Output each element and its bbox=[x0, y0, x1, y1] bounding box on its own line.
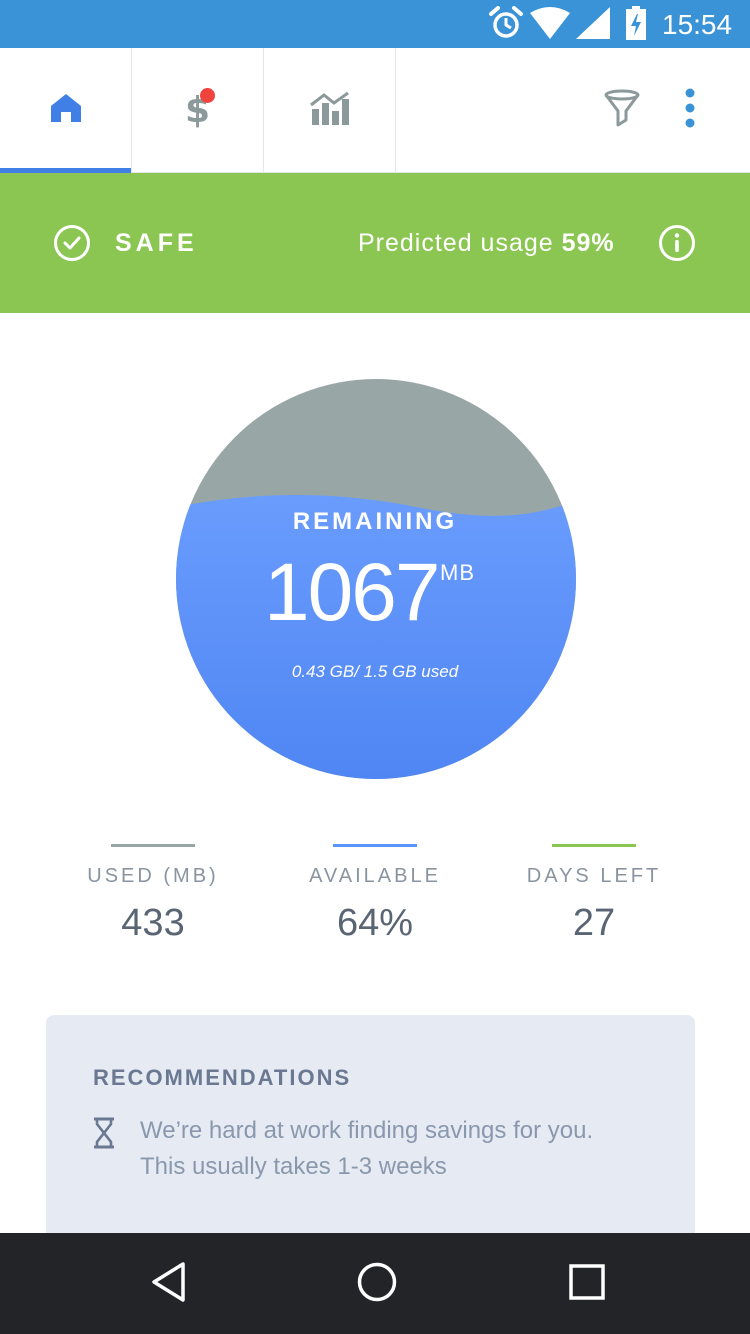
recent-apps-icon bbox=[568, 1263, 606, 1306]
stat-days-left-label: DAYS LEFT bbox=[526, 865, 662, 887]
predicted-usage: Predicted usage 59% bbox=[358, 225, 615, 261]
hourglass-icon bbox=[92, 1117, 116, 1154]
home-icon bbox=[49, 93, 83, 128]
back-button[interactable] bbox=[146, 1261, 192, 1307]
alarm-icon bbox=[488, 5, 524, 45]
signal-icon bbox=[576, 6, 610, 44]
top-tab-bar: $ bbox=[0, 48, 750, 173]
status-time: 15:54 bbox=[662, 9, 733, 40]
stat-available-bar bbox=[333, 844, 417, 847]
tab-home[interactable] bbox=[0, 48, 132, 173]
recommendations-title: RECOMMENDATIONS bbox=[93, 1065, 352, 1090]
notification-badge bbox=[200, 88, 215, 103]
wifi-icon bbox=[530, 6, 570, 44]
remaining-label: REMAINING bbox=[292, 508, 458, 535]
info-icon[interactable] bbox=[658, 224, 696, 267]
tab-cost[interactable]: $ bbox=[132, 48, 264, 173]
home-button[interactable] bbox=[354, 1261, 400, 1307]
predicted-usage-label: Predicted usage bbox=[358, 229, 562, 257]
stat-days-left-bar bbox=[552, 844, 636, 847]
back-icon bbox=[149, 1261, 189, 1308]
stat-available-value: 64% bbox=[336, 902, 414, 944]
stat-days-left: DAYS LEFT 27 bbox=[484, 844, 704, 945]
tab-stats[interactable] bbox=[264, 48, 396, 173]
remaining-unit: MB bbox=[440, 560, 475, 585]
remaining-value: 1067 bbox=[264, 547, 440, 638]
stat-used-label: USED (MB) bbox=[87, 865, 219, 887]
predicted-usage-value: 59% bbox=[561, 229, 615, 257]
usage-summary: 0.43 GB/ 1.5 GB used bbox=[291, 662, 459, 681]
stat-used-value: 433 bbox=[121, 902, 185, 944]
recommendations-line2: This usually takes 1-3 weeks bbox=[140, 1153, 447, 1180]
more-options-button[interactable] bbox=[672, 88, 708, 132]
more-vertical-icon bbox=[684, 88, 696, 133]
status-banner: SAFE Predicted usage 59% bbox=[0, 173, 750, 313]
check-circle-icon bbox=[53, 224, 91, 267]
chart-icon bbox=[309, 91, 350, 130]
stat-used: USED (MB) 433 bbox=[43, 844, 263, 945]
stat-available-label: AVAILABLE bbox=[309, 865, 441, 887]
filter-button[interactable] bbox=[600, 88, 644, 132]
filter-icon bbox=[604, 89, 640, 132]
navigation-bar bbox=[0, 1233, 750, 1334]
home-circle-icon bbox=[356, 1261, 398, 1308]
status-bar: 15:54 bbox=[0, 0, 750, 48]
stat-days-left-value: 27 bbox=[572, 902, 616, 944]
stat-used-bar bbox=[111, 844, 195, 847]
status-label: SAFE bbox=[115, 229, 198, 257]
stat-available: AVAILABLE 64% bbox=[265, 844, 485, 945]
recommendations-card: RECOMMENDATIONS We’re hard at work findi… bbox=[46, 1015, 695, 1245]
battery-charging-icon bbox=[626, 5, 646, 45]
recommendations-text: We’re hard at work finding savings for y… bbox=[140, 1113, 680, 1185]
status-icons bbox=[488, 5, 646, 45]
recent-apps-button[interactable] bbox=[564, 1261, 610, 1307]
recommendations-line1: We’re hard at work finding savings for y… bbox=[140, 1117, 594, 1144]
